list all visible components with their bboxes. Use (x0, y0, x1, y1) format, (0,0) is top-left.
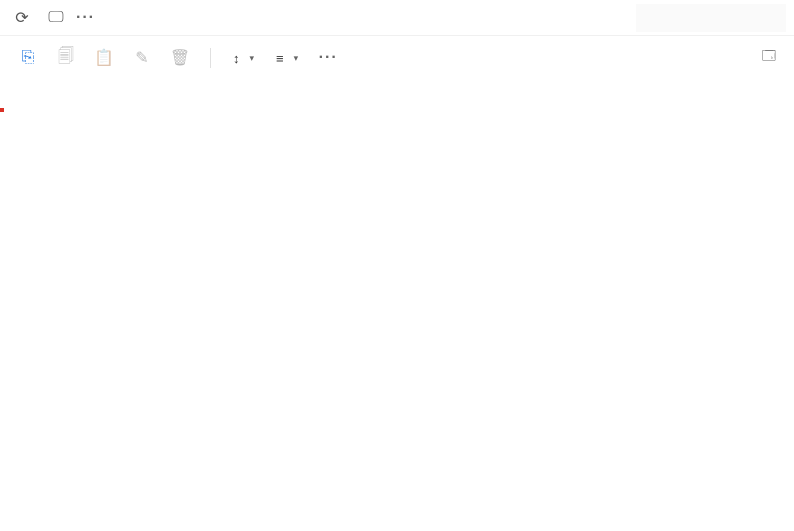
col-size[interactable] (490, 90, 550, 98)
monitor-icon[interactable]: 🖵 (42, 4, 70, 32)
columns-header (0, 80, 794, 108)
copy-icon[interactable]: 🗐 (52, 44, 80, 72)
sort-button[interactable]: ↕ ▾ (227, 47, 260, 70)
search-input[interactable] (636, 4, 786, 32)
new-icon[interactable]: ⎘ (14, 44, 42, 72)
more-icon[interactable]: ··· (314, 44, 342, 72)
separator (210, 48, 211, 68)
toolbar: ⎘ 🗐 📋 ✎ 🗑 ↕ ▾ ≡ ▾ ··· 🗔 (0, 36, 794, 80)
preview-button[interactable]: 🗔 (762, 47, 780, 69)
view-button[interactable]: ≡ ▾ (270, 47, 304, 70)
col-name[interactable] (34, 90, 306, 98)
overflow-icon[interactable]: ··· (76, 9, 95, 27)
col-type[interactable] (388, 90, 490, 98)
col-date[interactable] (306, 90, 388, 98)
paste-icon[interactable]: 📋 (90, 44, 118, 72)
delete-icon[interactable]: 🗑 (166, 44, 194, 72)
refresh-icon[interactable]: ⟳ (8, 4, 36, 32)
annotation-box (0, 108, 4, 112)
address-bar: ⟳ 🖵 ··· (0, 0, 794, 36)
rename-icon[interactable]: ✎ (128, 44, 156, 72)
